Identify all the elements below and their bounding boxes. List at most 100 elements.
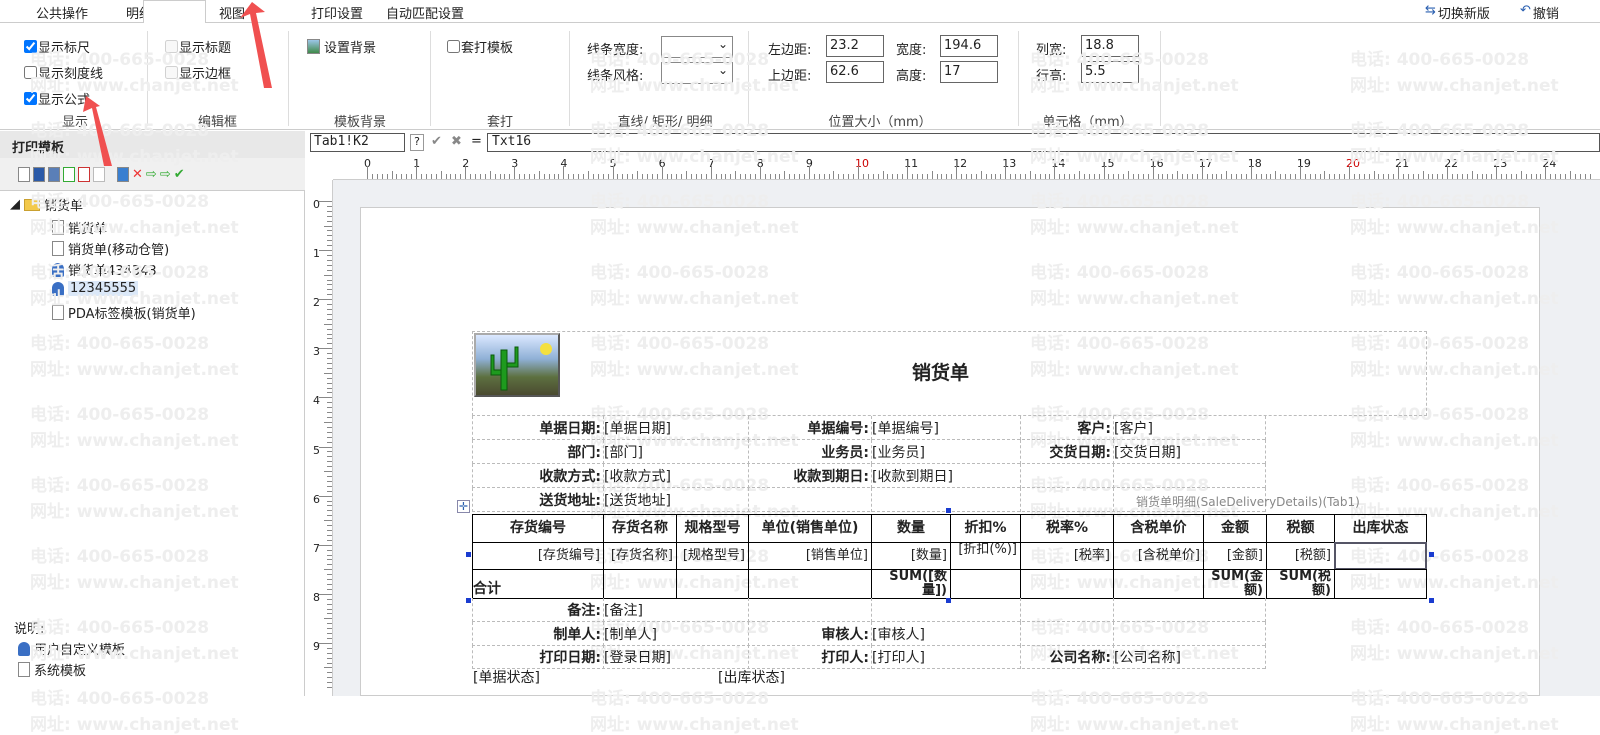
- column-header[interactable]: 税率%: [1020, 514, 1114, 543]
- field-value[interactable]: [交货日期]: [1114, 442, 1181, 462]
- column-header[interactable]: 规格型号: [676, 514, 749, 543]
- line-width-select[interactable]: ⌄: [661, 36, 733, 58]
- resize-handle[interactable]: [946, 508, 951, 513]
- field-label[interactable]: 公司名称:: [1020, 647, 1111, 667]
- field-value[interactable]: [部门]: [604, 442, 643, 462]
- detail-cell[interactable]: [数量]: [871, 542, 951, 570]
- top-margin-input[interactable]: 62.6: [826, 61, 884, 83]
- resize-handle[interactable]: [946, 598, 951, 603]
- field-label[interactable]: 收款方式:: [472, 466, 601, 486]
- field-label[interactable]: 打印日期:: [472, 647, 601, 667]
- sum-cell[interactable]: [676, 569, 749, 599]
- sum-cell[interactable]: [1334, 569, 1427, 599]
- field-label[interactable]: 部门:: [472, 442, 601, 462]
- sum-cell[interactable]: [1113, 569, 1204, 599]
- tree-item-selected[interactable]: 12345555: [52, 281, 139, 296]
- sum-cell[interactable]: [603, 569, 677, 599]
- field-label[interactable]: 打印人:: [748, 647, 869, 667]
- formula-input[interactable]: Txt16: [487, 133, 1600, 152]
- resize-handle[interactable]: [466, 552, 471, 557]
- sum-cell[interactable]: 合计: [472, 569, 604, 599]
- out-status-field[interactable]: [出库状态]: [718, 667, 785, 687]
- sum-cell[interactable]: SUM([数量]): [871, 569, 951, 599]
- row-height-input[interactable]: 5.5: [1081, 61, 1139, 83]
- field-label[interactable]: 制单人:: [472, 624, 601, 644]
- column-header[interactable]: 折扣%: [950, 514, 1021, 543]
- field-value[interactable]: [打印人]: [872, 647, 925, 667]
- field-label[interactable]: 业务员:: [748, 442, 869, 462]
- tree-item[interactable]: 销货单434343: [52, 260, 157, 279]
- detail-cell[interactable]: [税额]: [1266, 542, 1335, 570]
- field-label[interactable]: 送货地址:: [472, 490, 601, 510]
- undo-button[interactable]: ↶ 撤销: [1520, 3, 1559, 22]
- report-title[interactable]: 销货单: [912, 358, 969, 385]
- detail-cell[interactable]: [金额]: [1203, 542, 1267, 570]
- column-header[interactable]: 税额: [1266, 514, 1335, 543]
- cancel-icon[interactable]: ✖: [451, 134, 462, 149]
- tree-item[interactable]: 销货单(移动仓管): [52, 239, 169, 258]
- switch-icon: ⇆: [1425, 3, 1436, 18]
- overlay-template-checkbox[interactable]: 套打模板: [447, 37, 513, 56]
- help-icon[interactable]: ?: [410, 134, 424, 151]
- move-handle-icon[interactable]: ✛: [457, 500, 470, 513]
- height-input[interactable]: 17: [940, 61, 998, 83]
- field-value[interactable]: [客户]: [1114, 418, 1153, 438]
- resize-handle[interactable]: [466, 598, 471, 603]
- detail-cell[interactable]: [存货名称]: [603, 542, 677, 570]
- field-label[interactable]: 审核人:: [748, 624, 869, 644]
- tree-item[interactable]: PDA标签模板(销货单): [52, 303, 196, 322]
- resize-handle[interactable]: [1429, 552, 1434, 557]
- field-label[interactable]: 收款到期日:: [748, 466, 869, 486]
- field-value[interactable]: [单据编号]: [872, 418, 939, 438]
- field-value[interactable]: [收款到期日]: [872, 466, 953, 486]
- sum-cell[interactable]: [1020, 569, 1114, 599]
- tab-auto-match[interactable]: 自动匹配设置: [386, 3, 464, 22]
- field-value[interactable]: [送货地址]: [604, 490, 671, 510]
- detail-cell[interactable]: [含税单价]: [1113, 542, 1204, 570]
- confirm-icon[interactable]: ✔: [431, 134, 442, 149]
- line-style-select[interactable]: ⌄: [661, 62, 733, 84]
- width-input[interactable]: 194.6: [940, 35, 998, 57]
- detail-cell[interactable]: [1334, 542, 1427, 570]
- sum-cell[interactable]: SUM(税额): [1266, 569, 1335, 599]
- field-label[interactable]: 备注:: [472, 600, 601, 620]
- column-header[interactable]: 出库状态: [1334, 514, 1427, 543]
- field-label[interactable]: 单据编号:: [748, 418, 869, 438]
- tree-item[interactable]: 销货单: [52, 218, 107, 237]
- field-label[interactable]: 客户:: [1020, 418, 1111, 438]
- template-panel: 打印模板 ✕ ⇨ ⇨ ✔ ◢ 销货单 销货单 销货单(移动仓管) 销货单43434…: [0, 131, 305, 696]
- sum-cell[interactable]: [950, 569, 1021, 599]
- column-header[interactable]: 存货名称: [603, 514, 677, 543]
- field-label[interactable]: 交货日期:: [1020, 442, 1111, 462]
- sum-cell[interactable]: SUM(金额): [1203, 569, 1267, 599]
- field-value[interactable]: [业务员]: [872, 442, 925, 462]
- field-value[interactable]: [单据日期]: [604, 418, 671, 438]
- detail-cell[interactable]: [折扣(%)]: [950, 542, 1021, 570]
- detail-cell[interactable]: [存货编号]: [472, 542, 604, 570]
- left-margin-input[interactable]: 23.2: [826, 35, 884, 57]
- column-header[interactable]: 存货编号: [472, 514, 604, 543]
- field-value[interactable]: [登录日期]: [604, 647, 671, 667]
- bill-status-field[interactable]: [单据状态]: [473, 667, 540, 687]
- cell-reference-input[interactable]: Tab1!K2: [310, 133, 405, 152]
- resize-handle[interactable]: [1429, 598, 1434, 603]
- field-value[interactable]: [备注]: [604, 600, 643, 620]
- col-width-input[interactable]: 18.8: [1081, 35, 1139, 57]
- user-icon: [52, 262, 64, 277]
- overlay-template-check[interactable]: [447, 40, 460, 53]
- detail-cell[interactable]: [销售单位]: [748, 542, 872, 570]
- switch-new-version-button[interactable]: ⇆ 切换新版: [1425, 3, 1490, 22]
- detail-cell[interactable]: [税率]: [1020, 542, 1114, 570]
- field-value[interactable]: [公司名称]: [1114, 647, 1181, 667]
- sum-cell[interactable]: [748, 569, 872, 599]
- field-label[interactable]: 单据日期:: [472, 418, 601, 438]
- field-value[interactable]: [制单人]: [604, 624, 657, 644]
- detail-cell[interactable]: [规格型号]: [676, 542, 749, 570]
- field-value[interactable]: [收款方式]: [604, 466, 671, 486]
- ruler-v-label: 7: [313, 541, 320, 555]
- column-header[interactable]: 含税单价: [1113, 514, 1204, 543]
- column-header[interactable]: 单位(销售单位): [748, 514, 872, 543]
- column-header[interactable]: 数量: [871, 514, 951, 543]
- column-header[interactable]: 金额: [1203, 514, 1267, 543]
- field-value[interactable]: [审核人]: [872, 624, 925, 644]
